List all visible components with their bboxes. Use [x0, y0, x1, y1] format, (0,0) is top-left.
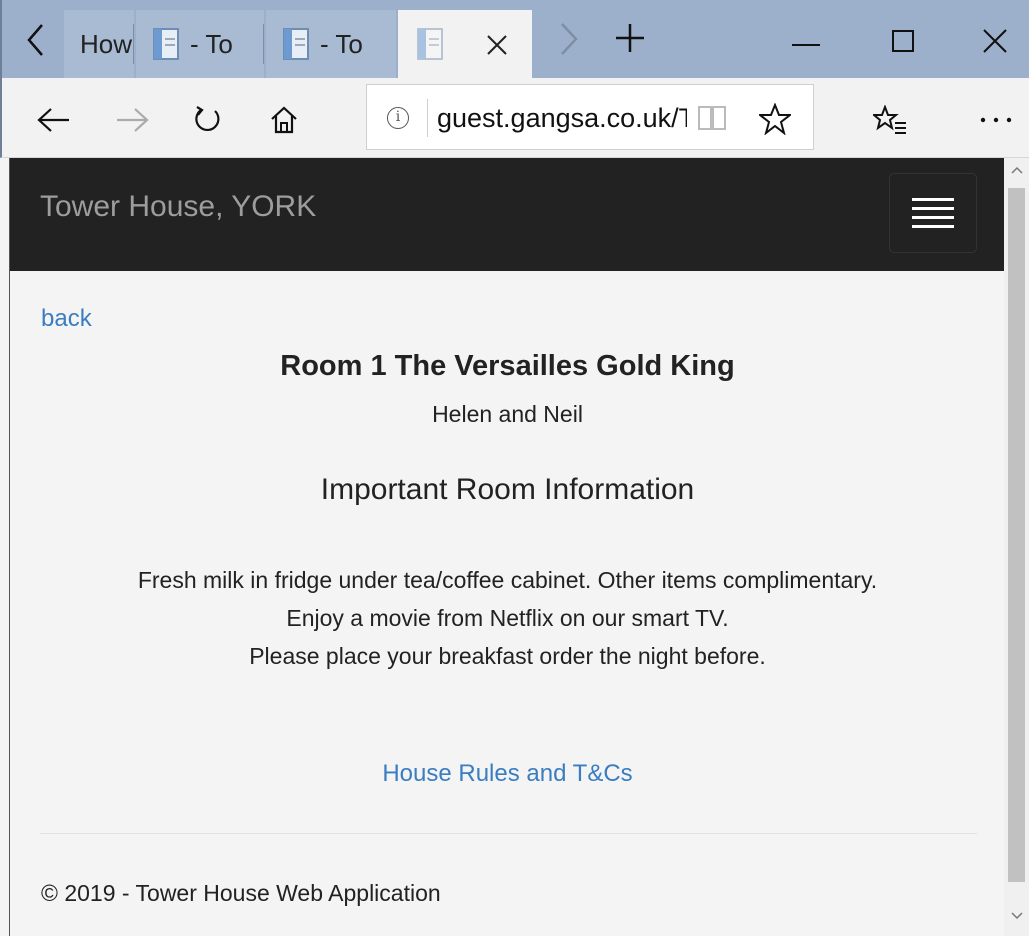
more-button[interactable]	[976, 100, 1016, 140]
menu-toggle-button[interactable]	[889, 173, 977, 253]
address-url[interactable]: guest.gangsa.co.uk/T	[437, 103, 687, 134]
close-icon[interactable]	[484, 32, 510, 58]
refresh-icon	[195, 106, 220, 132]
favorite-star-icon[interactable]	[759, 103, 791, 135]
hamburger-bar	[912, 225, 954, 228]
chevron-right-icon[interactable]	[554, 22, 584, 56]
hamburger-bar	[912, 207, 954, 210]
tab-label: How	[80, 28, 133, 59]
page-icon	[417, 28, 443, 60]
hamburger-bar	[912, 198, 954, 201]
back-button[interactable]	[34, 100, 74, 140]
info-line: Fresh milk in fridge under tea/coffee ca…	[137, 567, 878, 593]
plus-icon[interactable]	[614, 22, 646, 54]
room-info-text: Fresh milk in fridge under tea/coffee ca…	[10, 561, 1004, 675]
page-scrollbar[interactable]	[1004, 158, 1029, 936]
tab-divider	[263, 24, 264, 64]
minimize-icon[interactable]	[792, 44, 820, 46]
tab-strip: How - To - To	[0, 0, 1029, 78]
scrollbar-thumb[interactable]	[1008, 188, 1025, 882]
tab-divider	[133, 24, 134, 64]
chevron-left-icon	[27, 24, 43, 56]
tab-1[interactable]: How	[64, 10, 134, 78]
reading-view-icon[interactable]	[697, 105, 727, 131]
address-bar[interactable]: i guest.gangsa.co.uk/T	[366, 84, 814, 150]
tab-active[interactable]	[398, 10, 532, 78]
footer-divider	[40, 833, 977, 834]
refresh-button[interactable]	[188, 100, 228, 140]
info-icon[interactable]: i	[387, 107, 409, 129]
favorites-list-icon	[873, 105, 906, 134]
address-separator	[427, 99, 428, 137]
tab-3[interactable]: - To	[266, 10, 396, 78]
window-close-icon[interactable]	[982, 28, 1008, 54]
tab-scroll-left-button[interactable]	[16, 20, 56, 60]
page-icon	[283, 28, 309, 60]
site-navbar: Tower House, YORK	[10, 158, 1004, 271]
house-rules-link[interactable]: House Rules and T&Cs	[10, 760, 1004, 788]
site-brand[interactable]: Tower House, YORK	[40, 190, 316, 224]
favorites-button[interactable]	[870, 100, 910, 140]
browser-toolbar: i guest.gangsa.co.uk/T	[0, 78, 1029, 158]
arrow-right-icon	[117, 108, 149, 132]
maximize-icon[interactable]	[892, 30, 914, 52]
arrow-left-icon	[37, 108, 69, 132]
hamburger-bar	[912, 216, 954, 219]
scroll-up-icon[interactable]	[1011, 166, 1023, 174]
back-link[interactable]: back	[41, 305, 92, 333]
more-dots-icon	[980, 117, 1012, 123]
page-icon	[153, 28, 179, 60]
home-icon	[271, 106, 297, 134]
home-button[interactable]	[264, 100, 304, 140]
tab-2[interactable]: - To	[136, 10, 264, 78]
footer-copyright: © 2019 - Tower House Web Application	[41, 880, 441, 906]
tab-label: - To	[320, 28, 363, 59]
tab-label: - To	[190, 28, 233, 59]
room-title: Room 1 The Versailles Gold King	[280, 350, 735, 382]
info-line: Please place your breakfast order the ni…	[249, 643, 766, 669]
forward-button[interactable]	[112, 100, 152, 140]
page-viewport: Tower House, YORK back Room 1 The Versai…	[9, 158, 1004, 936]
info-heading: Important Room Information	[320, 473, 695, 506]
guest-names: Helen and Neil	[432, 401, 583, 427]
info-line: Enjoy a movie from Netflix on our smart …	[286, 605, 729, 631]
scroll-down-icon[interactable]	[1011, 912, 1023, 920]
